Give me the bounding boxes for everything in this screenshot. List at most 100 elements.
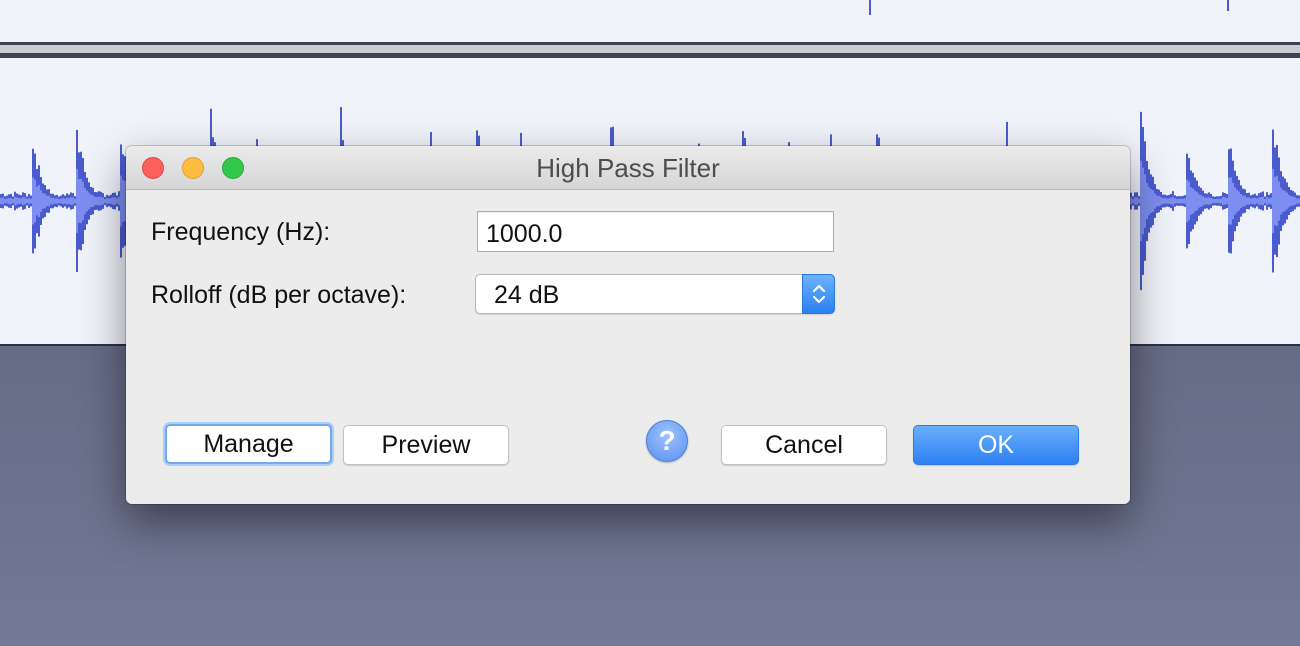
manage-button[interactable]: Manage: [165, 424, 332, 464]
waveform-rms: [30, 198, 32, 204]
rolloff-label: Rolloff (dB per octave):: [151, 281, 407, 309]
waveform-rms: [1188, 181, 1190, 221]
dialog-titlebar[interactable]: High Pass Filter: [126, 146, 1130, 190]
waveform-rms: [62, 197, 64, 205]
waveform-rms: [122, 180, 124, 222]
frequency-field[interactable]: 1000.0: [477, 211, 834, 252]
waveform-rms: [1232, 182, 1234, 220]
waveform-rms: [22, 197, 24, 205]
waveform-rms: [44, 193, 46, 209]
waveform-rms: [2, 197, 4, 205]
waveform-rms: [78, 179, 80, 223]
waveform-rms: [74, 198, 76, 204]
waveform-rms: [1256, 198, 1258, 204]
waveform-rms: [1162, 198, 1164, 204]
waveform-rms: [1214, 199, 1216, 203]
waveform-rms: [32, 177, 34, 225]
waveform-tick: [869, 0, 871, 15]
waveform-rms: [1226, 197, 1228, 205]
waveform-rms: [1196, 191, 1198, 211]
waveform-rms: [94, 196, 96, 206]
waveform-rms: [56, 198, 58, 204]
waveform-rms: [110, 198, 112, 204]
select-stepper-icon[interactable]: [802, 274, 835, 314]
waveform-rms: [1248, 197, 1250, 205]
waveform-rms: [1212, 198, 1214, 204]
frequency-label: Frequency (Hz):: [151, 218, 331, 246]
waveform-rms: [34, 179, 36, 223]
waveform-rms: [72, 197, 74, 205]
waveform-rms: [68, 198, 70, 204]
waveform-rms: [1184, 198, 1186, 204]
frequency-value: 1000.0: [486, 220, 563, 248]
waveform-rms: [92, 195, 94, 207]
waveform-rms: [48, 195, 50, 207]
waveform-rms: [1170, 197, 1172, 205]
waveform-rms: [102, 197, 104, 205]
waveform-rms: [1290, 196, 1292, 206]
ok-button[interactable]: OK: [913, 425, 1079, 465]
waveform-rms: [40, 190, 42, 212]
waveform-rms: [46, 195, 48, 207]
waveform-rms: [1136, 197, 1138, 205]
waveform-rms: [1250, 198, 1252, 204]
waveform-rms: [1268, 198, 1270, 204]
cancel-button[interactable]: Cancel: [721, 425, 887, 465]
waveform-rms: [1138, 198, 1140, 204]
waveform-rms: [1142, 167, 1144, 235]
waveform-rms: [1146, 182, 1148, 220]
waveform-rms: [1278, 181, 1280, 221]
waveform-rms: [112, 197, 114, 205]
waveform-rms: [1276, 175, 1278, 227]
waveform-rms: [1224, 197, 1226, 205]
waveform-rms: [118, 196, 120, 206]
preview-button[interactable]: Preview: [343, 425, 509, 465]
high-pass-filter-dialog: High Pass Filter Frequency (Hz): 1000.0 …: [126, 146, 1130, 504]
waveform-rms: [1180, 198, 1182, 204]
waveform-rms: [64, 198, 66, 204]
waveform-rms: [14, 196, 16, 206]
waveform-rms: [60, 198, 62, 204]
waveform-rms: [114, 197, 116, 205]
dialog-title: High Pass Filter: [536, 153, 720, 183]
help-icon[interactable]: ?: [646, 420, 688, 462]
upper-track-waveform: [869, 0, 1229, 15]
waveform-rms: [20, 198, 22, 204]
waveform-rms: [8, 198, 10, 204]
waveform-rms: [18, 198, 20, 204]
waveform-rms: [1190, 187, 1192, 215]
waveform-rms: [1192, 188, 1194, 214]
waveform-rms: [1216, 198, 1218, 204]
waveform-rms: [106, 198, 108, 204]
waveform-rms: [1140, 160, 1142, 242]
waveform-rms: [1274, 176, 1276, 226]
waveform-rms: [1168, 198, 1170, 204]
waveform-rms: [1156, 195, 1158, 207]
waveform-rms: [84, 187, 86, 215]
waveform-rms: [1242, 195, 1244, 207]
waveform-rms: [52, 197, 54, 205]
waveform-rms: [24, 197, 26, 205]
waveform-rms: [80, 178, 82, 224]
waveform-rms: [1260, 197, 1262, 205]
waveform-rms: [58, 198, 60, 204]
waveform-rms: [36, 186, 38, 216]
waveform-rms: [1174, 198, 1176, 204]
rolloff-select[interactable]: 24 dB: [475, 274, 835, 314]
waveform-rms: [1270, 197, 1272, 205]
waveform-rms: [1262, 196, 1264, 206]
waveform-rms: [1264, 198, 1266, 204]
waveform-rms: [1204, 197, 1206, 205]
waveform-rms: [86, 190, 88, 212]
waveform-rms: [1244, 195, 1246, 207]
waveform-rms: [1198, 194, 1200, 208]
rolloff-selected-value: 24 dB: [494, 281, 560, 309]
track-divider[interactable]: [0, 42, 1300, 58]
waveform-rms: [1152, 190, 1154, 212]
waveform-rms: [104, 199, 106, 203]
waveform-rms: [70, 197, 72, 205]
waveform-rms: [1220, 198, 1222, 204]
waveform-rms: [1150, 189, 1152, 213]
waveform-rms: [1280, 187, 1282, 215]
waveform-rms: [96, 197, 98, 205]
